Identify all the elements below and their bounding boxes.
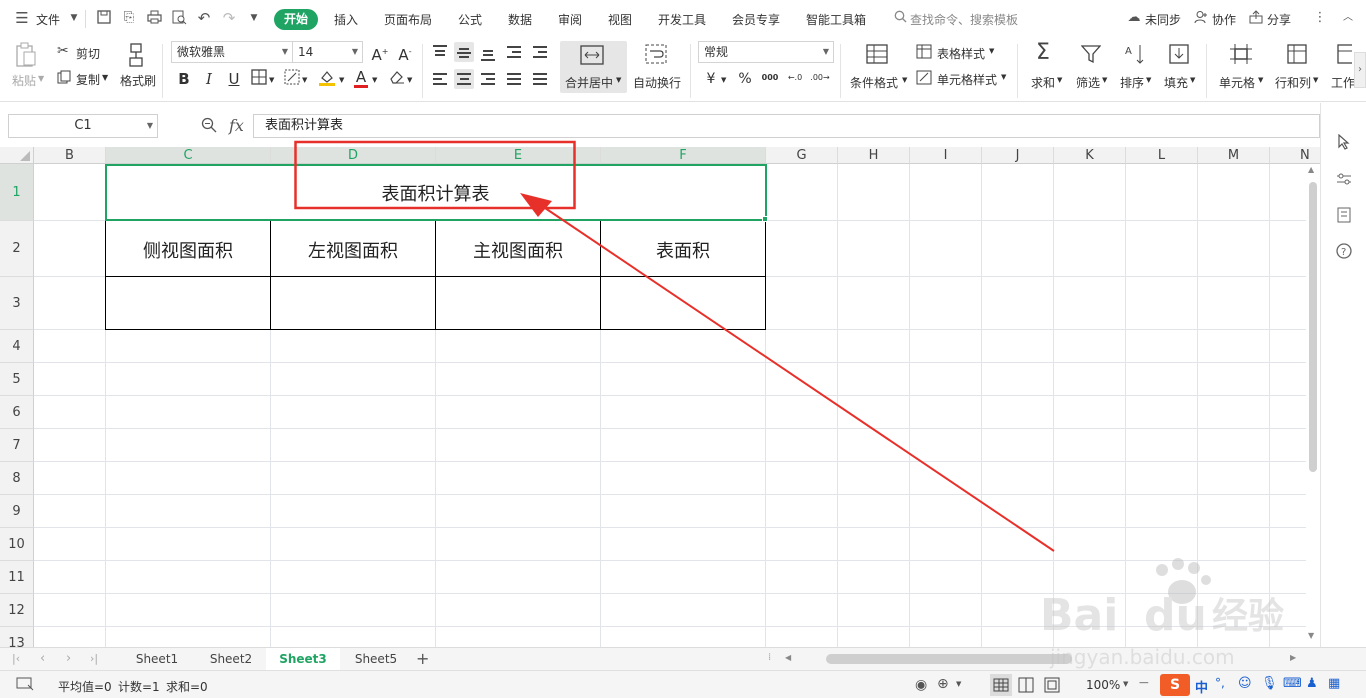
macro-record-icon[interactable] <box>16 677 34 695</box>
sliders-icon[interactable] <box>1333 170 1355 192</box>
status-count: 计数=1 <box>118 680 160 694</box>
previous-sheet-icon[interactable]: ‹ <box>40 651 45 666</box>
status-sum: 求和=0 <box>166 680 208 694</box>
ime-emoji-icon[interactable]: ☺ <box>1238 676 1252 691</box>
vertical-scrollbar[interactable]: ▲ ▼ <box>1306 165 1320 647</box>
status-average: 平均值=0 <box>58 680 112 694</box>
scroll-up-icon[interactable]: ▲ <box>1308 165 1314 174</box>
eye-protection-icon[interactable]: ◉ <box>915 677 927 693</box>
sheet-tab-sheet3[interactable]: Sheet3 <box>266 648 340 671</box>
annotation-arrow-line <box>544 207 1055 552</box>
ime-punctuation-icon[interactable]: °, <box>1215 676 1225 690</box>
select-cursor-icon[interactable] <box>1333 133 1355 156</box>
sheet-tab-sheet2[interactable]: Sheet2 <box>198 648 264 671</box>
right-side-panel: ? ··· <box>1320 103 1366 670</box>
sheet-tab-sheet1[interactable]: Sheet1 <box>124 648 190 671</box>
horizontal-scroll-thumb[interactable] <box>826 654 1072 664</box>
svg-text:?: ? <box>1341 247 1346 258</box>
scroll-left-icon[interactable]: ◀ <box>785 653 791 662</box>
properties-icon[interactable] <box>1333 207 1355 229</box>
scroll-down-icon[interactable]: ▼ <box>1308 631 1314 640</box>
first-sheet-icon[interactable]: |‹ <box>12 652 20 665</box>
ime-keyboard-icon[interactable]: ⌨ <box>1283 676 1302 691</box>
annotation-overlay <box>294 140 1055 552</box>
zoom-level[interactable]: 100% <box>1086 678 1120 692</box>
ime-voice-icon[interactable]: 🎙 <box>1261 676 1278 691</box>
view-mode-icon[interactable]: ⊕ <box>937 676 949 692</box>
vertical-scroll-thumb[interactable] <box>1309 182 1317 472</box>
sheet-tab-bar: |‹ ‹ › ›| Sheet1 Sheet2 Sheet3 Sheet5 + … <box>0 647 1366 671</box>
add-sheet-icon[interactable]: + <box>416 649 429 668</box>
ime-skin-icon[interactable]: ♟ <box>1306 676 1318 691</box>
ime-language[interactable]: 中 <box>1195 677 1208 696</box>
annotation-arrow-head <box>520 193 552 217</box>
normal-view-icon[interactable] <box>990 674 1012 696</box>
splitter-handle[interactable]: ⁞ <box>768 652 771 663</box>
zoom-out-icon[interactable]: − <box>1138 675 1150 691</box>
status-bar: 平均值=0 计数=1 求和=0 ◉ ⊕ ▼ 100% ▼ − S 中 °, ☺ … <box>0 670 1366 698</box>
chevron-down-icon[interactable]: ▼ <box>1123 680 1128 688</box>
help-icon[interactable]: ? <box>1333 243 1355 265</box>
ime-toolbox-icon[interactable]: ▦ <box>1328 676 1340 691</box>
scroll-right-icon[interactable]: ▶ <box>1290 653 1296 662</box>
last-sheet-icon[interactable]: ›| <box>90 652 98 665</box>
chevron-down-icon[interactable]: ▼ <box>956 680 961 688</box>
ime-logo-icon[interactable]: S <box>1160 674 1190 696</box>
next-sheet-icon[interactable]: › <box>66 651 71 666</box>
spreadsheet-app: ☰ 文件 ▼ ⎘ ↶ ↷ ▼ 开始 插入 页面布局 公式 数据 审阅 视图 开发… <box>0 0 1366 698</box>
page-break-view-icon[interactable] <box>1044 677 1060 696</box>
sheet-tab-sheet5[interactable]: Sheet5 <box>343 648 409 671</box>
page-layout-view-icon[interactable] <box>1018 677 1034 696</box>
